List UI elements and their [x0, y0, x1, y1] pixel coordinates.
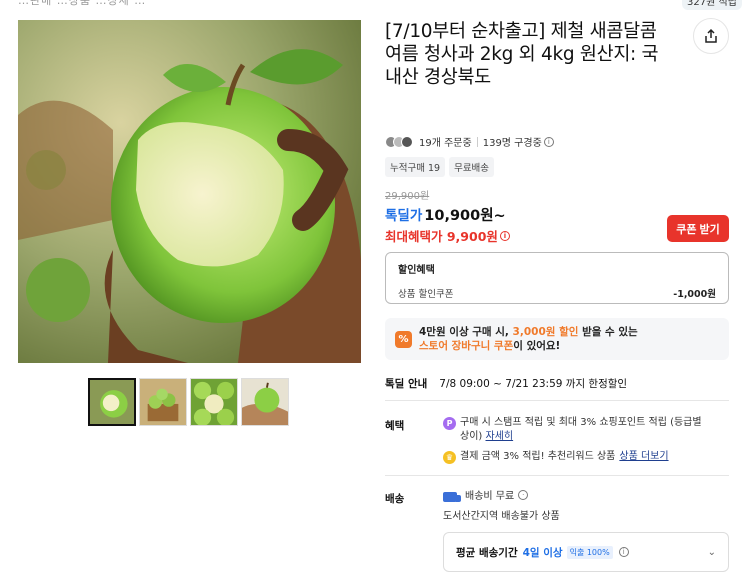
deal-label: 톡딜가 [385, 208, 423, 224]
product-title: [7/10부터 순차출고] 제철 새콤달콤 여름 청사과 2kg 외 4kg 원… [385, 21, 659, 88]
max-benefit-info-icon[interactable]: i [499, 230, 510, 241]
deal-info-label: 톡딜 안내 [385, 378, 428, 390]
chevron-down-icon: ⌄ [707, 546, 716, 558]
avg-delivery-info-icon[interactable]: i [618, 547, 629, 557]
truck-icon [443, 492, 461, 502]
more-products-link[interactable]: 상품 더보기 [619, 450, 668, 464]
promo-line2-b: 이 있어요! [513, 340, 561, 352]
promo-line1-a: 4만원 이상 구매 시, [419, 326, 509, 338]
original-price: 29,900원 [385, 191, 430, 202]
discount-title: 할인혜택 [398, 265, 435, 276]
watcher-count: 139명 구경중 [482, 138, 542, 149]
share-icon [705, 28, 717, 43]
shipping-rate-badge: 익출 100% [566, 545, 613, 559]
top-truncated-text: …판매 …상품 …상세 … [18, 0, 147, 7]
max-benefit-text: 최대혜택가 9,900원 [385, 229, 498, 244]
promo-line2-highlight: 스토어 장바구니 쿠폰 [419, 340, 514, 352]
info-icon[interactable]: i [543, 136, 554, 147]
benefit-details-link[interactable]: 자세히 [486, 431, 514, 442]
divider [385, 400, 729, 401]
thumbnail-2[interactable] [139, 378, 187, 426]
discount-box: 할인혜택 상품 할인쿠폰 -1,000원 [385, 252, 729, 304]
promo-text: 4만원 이상 구매 시, 3,000원 할인 받을 수 있는 스토어 장바구니 … [419, 325, 638, 353]
avg-delivery-label: 평균 배송기간 [456, 546, 518, 559]
shipping-info-icon[interactable]: · [518, 490, 529, 500]
activity-meta: 19개 주문중 139명 구경중 i [385, 134, 554, 149]
product-main-image [18, 20, 361, 363]
shipping-fee: 배송비 무료 [465, 491, 515, 502]
deal-price: 10,900원~ [424, 208, 506, 224]
discount-line-value: -1,000원 [673, 289, 716, 300]
divider [385, 475, 729, 476]
discount-line: 상품 할인쿠폰 -1,000원 [398, 286, 716, 300]
points-badge: 327원 적립 [682, 0, 742, 10]
get-coupon-button[interactable]: 쿠폰 받기 [667, 215, 729, 242]
cart-coupon-promo[interactable]: % 4만원 이상 구매 시, 3,000원 할인 받을 수 있는 스토어 장바구… [385, 318, 729, 360]
tag-cumulative-purchase: 누적구매 19 [385, 157, 446, 177]
thumbnail-1[interactable] [88, 378, 136, 426]
deal-info-period: 7/8 09:00 ~ 7/21 23:59 까지 한정할인 [439, 378, 628, 390]
order-count: 19개 주문중 [419, 138, 472, 149]
buyer-avatars [385, 135, 413, 148]
tag-free-shipping: 무료배송 [449, 157, 495, 177]
benefit-item-stamp: P 구매 시 스탬프 적립 및 최대 3% 쇼핑포인트 적립 (등급별 상이) … [443, 416, 713, 444]
benefits-label: 혜택 [385, 420, 405, 432]
max-benefit-price: 최대혜택가 9,900원 i [385, 226, 510, 245]
benefit-item-reward: ♛ 결제 금액 3% 적립! 추천리워드 상품 상품 더보기 [443, 450, 669, 464]
thumbnail-4[interactable] [241, 378, 289, 426]
benefit-item-2-text: 결제 금액 3% 적립! 추천리워드 상품 [460, 451, 616, 462]
product-tags: 누적구매 19 무료배송 [385, 157, 495, 177]
green-apple-image [18, 20, 361, 363]
promo-line1-highlight: 3,000원 할인 [512, 326, 579, 338]
thumbnail-3[interactable] [190, 378, 238, 426]
coupon-percent-icon: % [395, 330, 412, 348]
deal-price-row: 톡딜가 10,900원~ [385, 204, 506, 225]
promo-line1-b: 받을 수 있는 [582, 326, 638, 338]
shipping-fee-row: 배송비 무료 · [443, 490, 529, 504]
share-button[interactable] [693, 18, 729, 54]
thumbnail-strip [88, 378, 289, 426]
avg-delivery-box[interactable]: 평균 배송기간 4일 이상 익출 100% i ⌄ [443, 532, 729, 572]
discount-line-label: 상품 할인쿠폰 [398, 289, 454, 300]
deal-info: 톡딜 안내 7/8 09:00 ~ 7/21 23:59 까지 한정할인 [385, 376, 627, 391]
stamp-point-icon: P [443, 417, 456, 430]
shipping-label: 배송 [385, 493, 405, 505]
shipping-note: 도서산간지역 배송불가 상품 [443, 511, 560, 522]
reward-crown-icon: ♛ [443, 451, 456, 464]
product-info-panel: [7/10부터 순차출고] 제철 새콤달콤 여름 청사과 2kg 외 4kg 원… [385, 20, 730, 89]
avg-delivery-value: 4일 이상 [522, 546, 563, 559]
